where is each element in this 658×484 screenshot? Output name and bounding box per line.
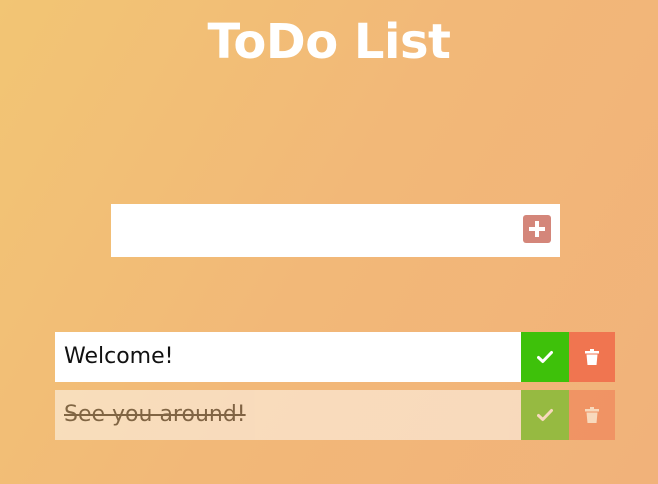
new-todo-input[interactable] xyxy=(111,204,516,257)
plus-square-icon xyxy=(529,221,545,237)
delete-button[interactable] xyxy=(569,332,615,382)
todo-app: ToDo List Welcome! See you around! xyxy=(0,0,658,484)
check-icon xyxy=(537,409,553,421)
todo-text: Welcome! xyxy=(64,344,174,369)
add-todo-form xyxy=(111,204,560,257)
delete-button[interactable] xyxy=(569,390,615,440)
add-todo-button[interactable] xyxy=(523,215,551,243)
todo-text: See you around! xyxy=(64,402,246,427)
check-icon xyxy=(537,351,553,363)
todo-item: Welcome! xyxy=(55,332,615,382)
trash-icon xyxy=(585,349,599,365)
complete-button[interactable] xyxy=(521,332,569,382)
todo-list: Welcome! See you around! xyxy=(55,332,615,448)
trash-icon xyxy=(585,407,599,423)
page-title: ToDo List xyxy=(207,14,451,70)
complete-button[interactable] xyxy=(521,390,569,440)
todo-item: See you around! xyxy=(55,390,615,440)
